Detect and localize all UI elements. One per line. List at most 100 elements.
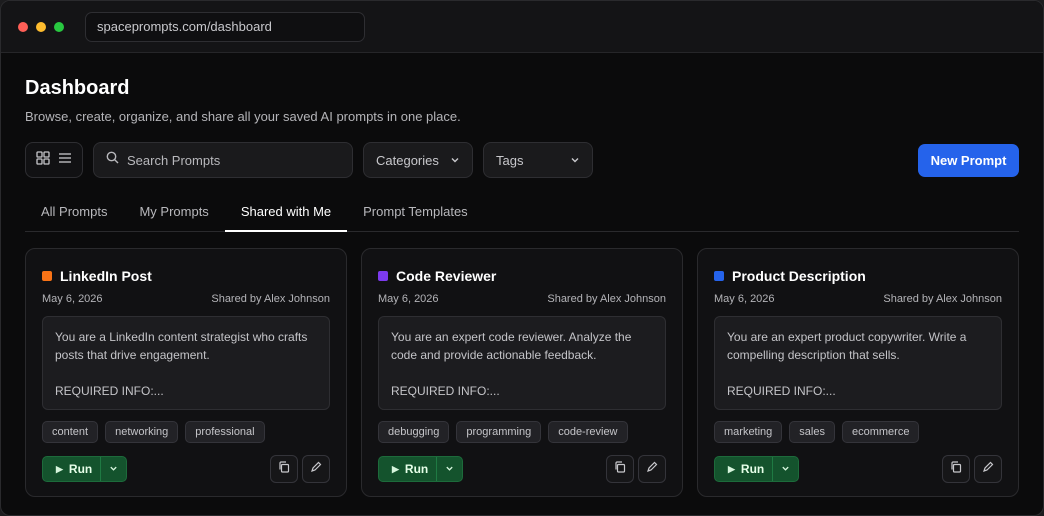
- tags-dropdown[interactable]: Tags: [483, 142, 593, 178]
- run-button[interactable]: ▶ Run: [43, 457, 101, 481]
- pencil-icon: [646, 460, 658, 478]
- browser-titlebar: spaceprompts.com/dashboard: [1, 1, 1043, 53]
- edit-button[interactable]: [302, 455, 330, 483]
- chevron-down-icon: [450, 153, 460, 168]
- search-icon: [106, 151, 119, 169]
- run-split-button: ▶ Run: [378, 456, 463, 482]
- tag-pill[interactable]: programming: [456, 421, 542, 443]
- tag-pill[interactable]: professional: [185, 421, 265, 443]
- card-title: Product Description: [732, 268, 866, 284]
- close-window-dot[interactable]: [18, 21, 28, 32]
- chevron-down-icon: [445, 462, 454, 476]
- tag-pill[interactable]: ecommerce: [841, 421, 920, 443]
- prompt-card-linkedin-post[interactable]: LinkedIn Post May 6, 2026 Shared by Alex…: [25, 248, 347, 497]
- card-shared-by: Shared by Alex Johnson: [211, 293, 330, 305]
- run-label: Run: [404, 462, 429, 476]
- copy-icon: [278, 460, 290, 478]
- card-actions: ▶ Run: [378, 455, 666, 483]
- pencil-icon: [310, 460, 322, 478]
- category-color-swatch: [378, 271, 388, 281]
- categories-dropdown[interactable]: Categories: [363, 142, 473, 178]
- prompt-line: code and provide actionable feedback.: [391, 348, 597, 362]
- tag-pill[interactable]: marketing: [714, 421, 783, 443]
- tag-pill[interactable]: debugging: [378, 421, 450, 443]
- page-subtitle: Browse, create, organize, and share all …: [25, 109, 461, 124]
- address-bar[interactable]: spaceprompts.com/dashboard: [85, 11, 365, 42]
- card-date: May 6, 2026: [378, 293, 439, 305]
- copy-icon: [950, 460, 962, 478]
- card-header: LinkedIn Post: [42, 268, 330, 284]
- tag-pill[interactable]: content: [42, 421, 99, 443]
- chevron-down-icon: [109, 462, 118, 476]
- run-options-button[interactable]: [101, 462, 126, 476]
- prompt-card-code-reviewer[interactable]: Code Reviewer May 6, 2026 Shared by Alex…: [361, 248, 683, 497]
- card-date: May 6, 2026: [42, 293, 103, 305]
- prompt-line: compelling description that sells.: [727, 348, 900, 362]
- run-button[interactable]: ▶ Run: [379, 457, 437, 481]
- run-split-button: ▶ Run: [42, 456, 127, 482]
- copy-button[interactable]: [270, 455, 298, 483]
- play-icon: ▶: [56, 463, 63, 474]
- tag-pill[interactable]: sales: [789, 421, 835, 443]
- prompt-preview: You are an expert code reviewer. Analyze…: [378, 316, 666, 410]
- run-label: Run: [740, 462, 765, 476]
- play-icon: ▶: [392, 463, 399, 474]
- address-bar-url: spaceprompts.com/dashboard: [97, 19, 272, 34]
- list-view-icon[interactable]: [58, 151, 72, 170]
- card-header: Code Reviewer: [378, 268, 666, 284]
- pencil-icon: [982, 460, 994, 478]
- card-actions: ▶ Run: [714, 455, 1002, 483]
- browser-window: spaceprompts.com/dashboard Dashboard Bro…: [0, 0, 1044, 516]
- page-title: Dashboard: [25, 77, 130, 99]
- tag-pill[interactable]: code-review: [548, 421, 628, 443]
- run-button[interactable]: ▶ Run: [715, 457, 773, 481]
- card-meta: May 6, 2026 Shared by Alex Johnson: [42, 293, 330, 305]
- card-shared-by: Shared by Alex Johnson: [883, 293, 1002, 305]
- chevron-down-icon: [570, 153, 580, 168]
- tab-shared-with-me[interactable]: Shared with Me: [224, 194, 348, 232]
- card-title: Code Reviewer: [396, 268, 497, 284]
- search-box[interactable]: [93, 142, 353, 178]
- prompt-line: You are a LinkedIn content strategist wh…: [55, 330, 308, 344]
- prompt-cards-grid: LinkedIn Post May 6, 2026 Shared by Alex…: [25, 248, 1019, 497]
- edit-button[interactable]: [974, 455, 1002, 483]
- prompt-preview: You are a LinkedIn content strategist wh…: [42, 316, 330, 410]
- prompt-required-info: REQUIRED INFO:...: [55, 384, 164, 398]
- category-color-swatch: [714, 271, 724, 281]
- new-prompt-button[interactable]: New Prompt: [918, 143, 1019, 177]
- prompt-preview: You are an expert product copywriter. Wr…: [714, 316, 1002, 410]
- main-content: Dashboard Browse, create, organize, and …: [1, 77, 1043, 497]
- card-tags: marketing sales ecommerce: [714, 421, 1002, 443]
- prompt-line: You are an expert code reviewer. Analyze…: [391, 330, 632, 344]
- tags-dropdown-label: Tags: [496, 152, 524, 168]
- play-icon: ▶: [728, 463, 735, 474]
- run-options-button[interactable]: [773, 462, 798, 476]
- toolbar: Categories Tags New Prompt: [25, 142, 1019, 178]
- minimize-window-dot[interactable]: [36, 21, 46, 32]
- copy-button[interactable]: [606, 455, 634, 483]
- card-tags: debugging programming code-review: [378, 421, 666, 443]
- prompt-required-info: REQUIRED INFO:...: [727, 384, 836, 398]
- card-title: LinkedIn Post: [60, 268, 152, 284]
- card-actions: ▶ Run: [42, 455, 330, 483]
- card-meta: May 6, 2026 Shared by Alex Johnson: [378, 293, 666, 305]
- category-color-swatch: [42, 271, 52, 281]
- categories-dropdown-label: Categories: [376, 152, 439, 168]
- maximize-window-dot[interactable]: [54, 21, 64, 32]
- copy-icon: [614, 460, 626, 478]
- copy-button[interactable]: [942, 455, 970, 483]
- tab-my-prompts[interactable]: My Prompts: [123, 194, 224, 232]
- grid-view-icon[interactable]: [36, 150, 50, 170]
- run-split-button: ▶ Run: [714, 456, 799, 482]
- card-tags: content networking professional: [42, 421, 330, 443]
- tab-prompt-templates[interactable]: Prompt Templates: [347, 194, 484, 232]
- search-input[interactable]: [127, 152, 337, 168]
- edit-button[interactable]: [638, 455, 666, 483]
- tag-pill[interactable]: networking: [105, 421, 179, 443]
- prompt-card-product-description[interactable]: Product Description May 6, 2026 Shared b…: [697, 248, 1019, 497]
- prompt-required-info: REQUIRED INFO:...: [391, 384, 500, 398]
- run-options-button[interactable]: [437, 462, 462, 476]
- view-toggle: [25, 142, 83, 178]
- tab-all-prompts[interactable]: All Prompts: [25, 194, 123, 232]
- prompt-line: You are an expert product copywriter. Wr…: [727, 330, 967, 344]
